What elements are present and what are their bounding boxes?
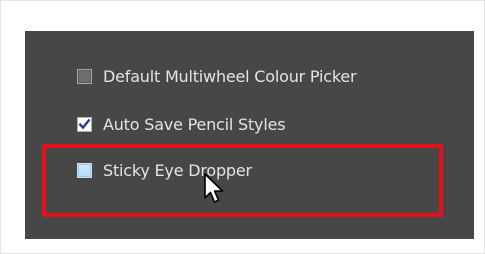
option-auto-save-pencil-styles[interactable]: Auto Save Pencil Styles (77, 114, 286, 134)
default-multiwheel-colour-picker-checkbox[interactable] (77, 68, 92, 84)
auto-save-pencil-styles-checkbox[interactable] (77, 116, 92, 132)
check-icon (78, 118, 91, 129)
option-label: Auto Save Pencil Styles (103, 114, 286, 134)
option-label: Default Multiwheel Colour Picker (103, 66, 357, 86)
mouse-pointer-icon (204, 173, 224, 203)
highlight-box (42, 144, 443, 217)
option-default-multiwheel-colour-picker[interactable]: Default Multiwheel Colour Picker (77, 66, 357, 86)
